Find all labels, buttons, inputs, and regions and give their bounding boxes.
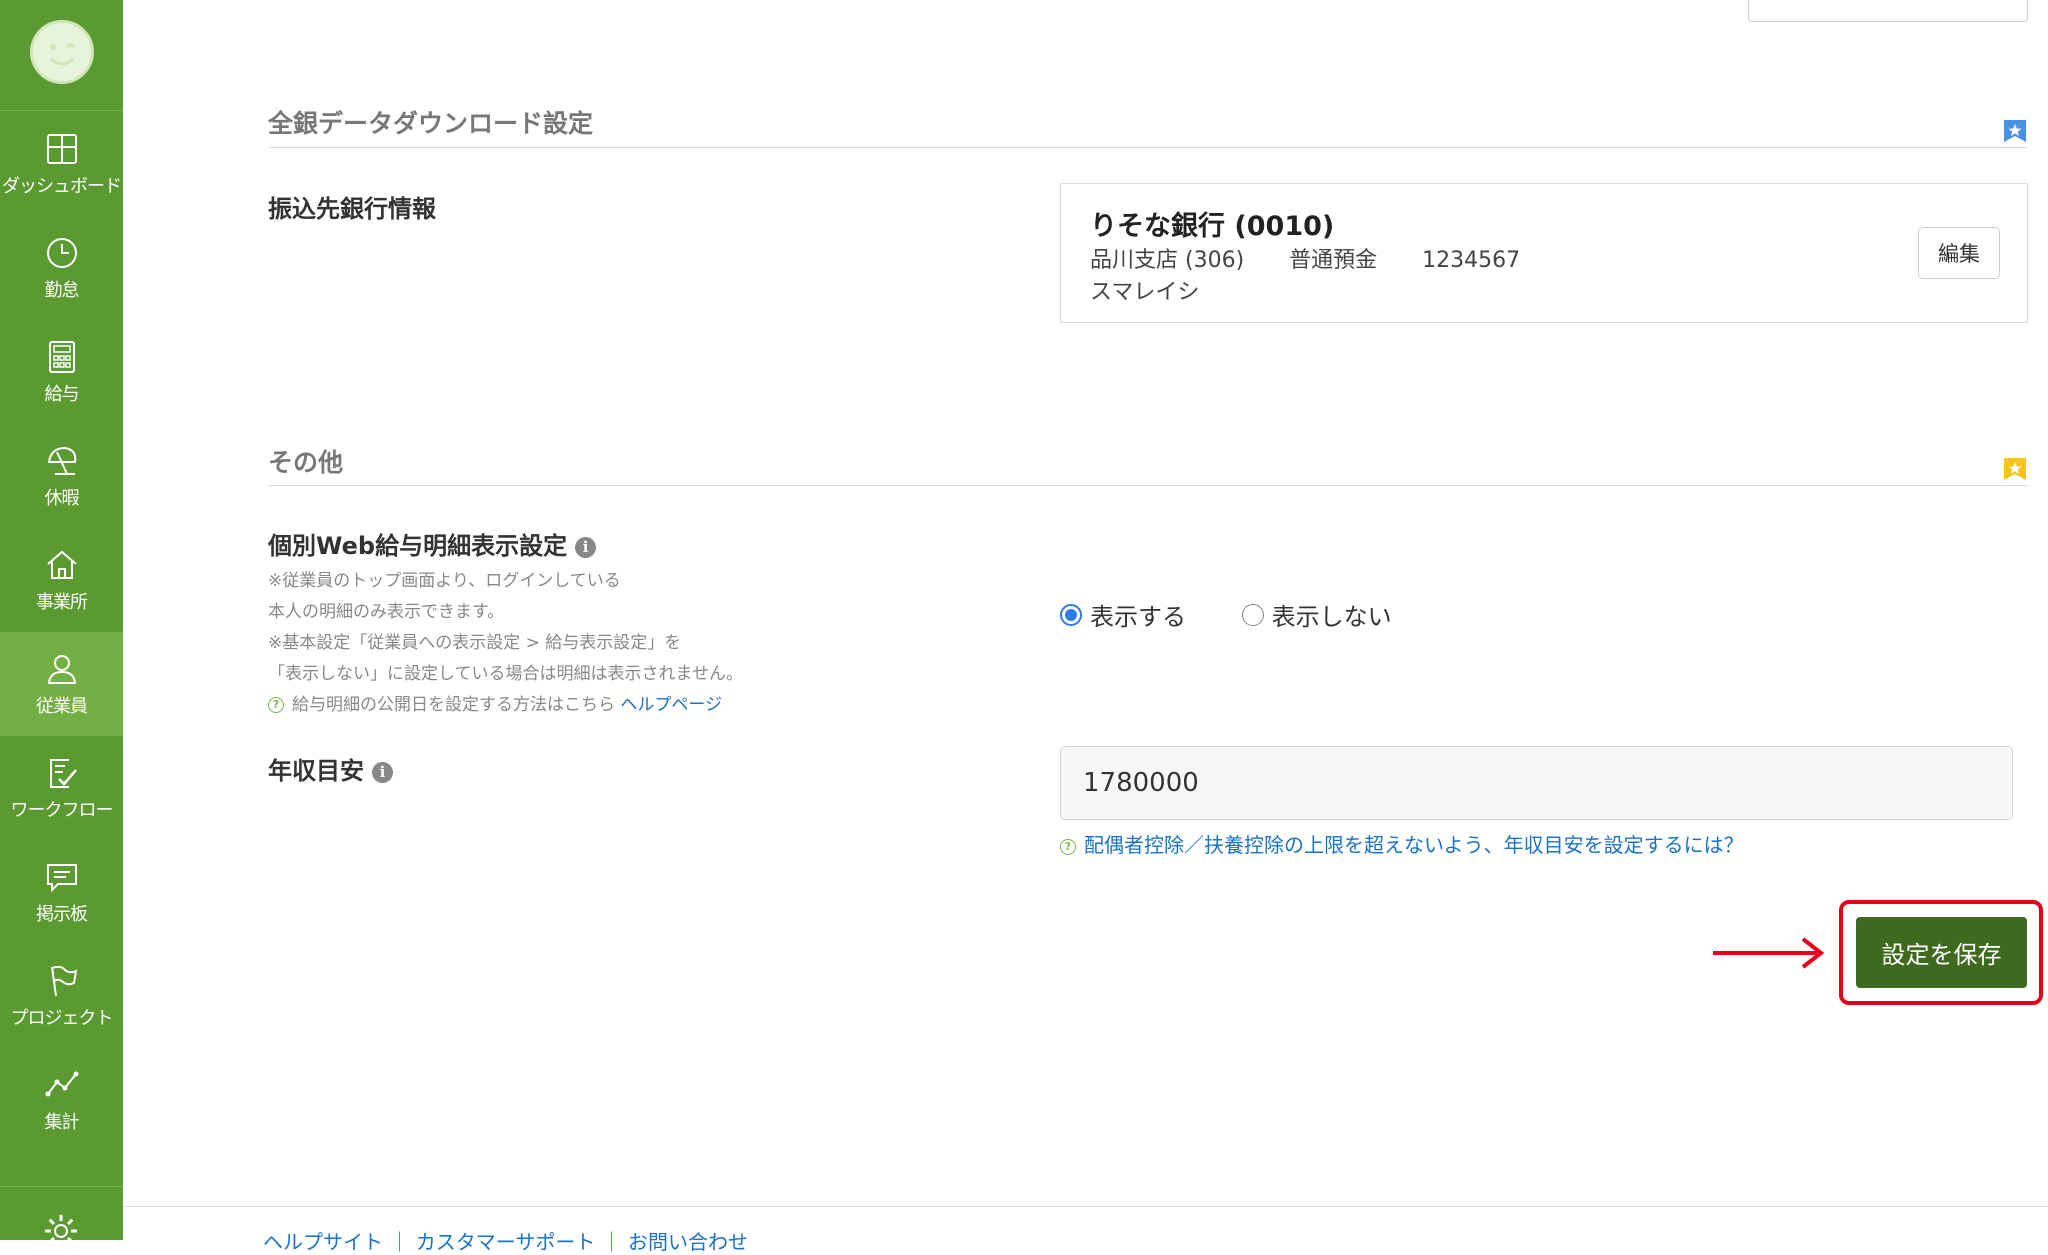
sidebar-item-attendance[interactable]: 勤怠 [0, 216, 123, 320]
sidebar-item-office[interactable]: 事業所 [0, 528, 123, 632]
star-bookmark-icon[interactable] [2004, 120, 2026, 142]
footer-links[interactable]: ヘルプサイト ｜ カスタマーサポート ｜ お問い合わせ [263, 1226, 748, 1255]
info-icon[interactable]: i [575, 536, 597, 558]
web-payslip-label-text: 個別Web給与明細表示設定 [268, 532, 568, 560]
section-divider [268, 485, 2028, 486]
checklist-icon [50, 759, 77, 788]
star-bookmark-icon[interactable] [2004, 458, 2026, 480]
sidebar-item-payroll[interactable]: 給与 [0, 320, 123, 424]
note-line: 「表示しない」に設定している場合は明細は表示されません。 [268, 664, 743, 684]
bank-account-number: 1234567 [1422, 248, 1521, 273]
calculator-icon [49, 341, 75, 373]
sidebar-item-label: ワークフロー [10, 800, 114, 821]
sidebar-item-project[interactable]: プロジェクト [0, 944, 123, 1048]
note-line: ※基本設定「従業員への表示設定 > 給与表示設定」を [268, 633, 682, 653]
web-payslip-setting-label: 個別Web給与明細表示設定 i [268, 526, 597, 561]
help-question-icon: ? [268, 697, 284, 713]
message-board-icon [47, 864, 77, 893]
sidebar-item-leave[interactable]: 休暇 [0, 424, 123, 528]
bank-account-holder: スマレイシ [1090, 280, 1200, 305]
bank-account-type: 普通預金 [1289, 248, 1378, 273]
nav-divider [0, 110, 123, 111]
nav-divider [0, 1186, 123, 1187]
dashboard-icon [47, 134, 77, 164]
flag-icon [51, 965, 78, 997]
radio-hide[interactable] [1241, 603, 1264, 626]
sidebar-item-label: 掲示板 [36, 904, 88, 925]
sidebar-item-label: 集計 [44, 1112, 80, 1133]
top-select-box[interactable] [1748, 0, 2028, 22]
sidebar-item-label: 休暇 [44, 488, 80, 509]
radio-hide-label[interactable]: 表示しない [1272, 597, 1392, 632]
sidebar-item-label: ダッシュボード [2, 176, 122, 197]
note-line: ※従業員のトップ画面より、ログインしている [268, 571, 621, 591]
sidebar-item-label: プロジェクト [10, 1008, 114, 1029]
bank-name: りそな銀行 (0010) [1090, 211, 1335, 242]
gear-icon[interactable] [42, 1212, 80, 1250]
line-chart-icon [45, 1071, 79, 1097]
radio-show[interactable] [1060, 603, 1082, 626]
annual-income-label: 年収目安 i [268, 751, 393, 786]
help-text: 給与明細の公開日を設定する方法はこちら [292, 695, 615, 715]
info-icon[interactable]: i [372, 761, 393, 783]
sidebar-item-dashboard[interactable]: ダッシュボード [0, 112, 123, 216]
app-logo[interactable] [30, 20, 94, 84]
income-help-link-row: ? 配偶者控除／扶養控除の上限を超えないよう、年収目安を設定するには？ [1060, 829, 1744, 858]
annual-income-input[interactable]: 1780000 [1060, 746, 2013, 820]
help-question-icon: ? [1060, 838, 1076, 855]
bank-branch: 品川支店 (306) [1090, 248, 1245, 273]
annotation-arrow-icon [1713, 937, 1825, 969]
sidebar-item-label: 事業所 [36, 592, 88, 613]
sidebar-item-label: 給与 [44, 384, 80, 405]
section-title-bank-download: 全銀データダウンロード設定 [268, 109, 594, 138]
edit-bank-button[interactable]: 編集 [1918, 227, 2000, 279]
sidebar-nav: ダッシュボード 勤怠 給与 休暇 事業所 従業員 ワークフロー 掲示板 プロジェ… [0, 0, 123, 1247]
smiley-logo-icon [49, 43, 77, 66]
help-note: ? 給与明細の公開日を設定する方法はこちら ヘルプページ [268, 690, 722, 715]
save-settings-button[interactable]: 設定を保存 [1856, 917, 2027, 988]
section-divider [268, 147, 2028, 148]
section-title-other: その他 [268, 448, 344, 477]
beach-umbrella-icon [47, 446, 77, 475]
home-icon [47, 550, 77, 579]
payslip-display-radio-group: 表示する 表示しない [1060, 597, 1440, 632]
sidebar-item-employees[interactable]: 従業員 [0, 632, 123, 736]
sidebar-item-board[interactable]: 掲示板 [0, 840, 123, 944]
footer-divider [123, 1206, 2048, 1207]
transfer-bank-label: 振込先銀行情報 [268, 195, 436, 223]
clock-icon [47, 238, 77, 268]
bank-account-details: 品川支店 (306) 普通預金 1234567 [1090, 242, 1558, 274]
annual-income-label-text: 年収目安 [268, 757, 364, 785]
help-page-link[interactable]: ヘルプページ [620, 695, 722, 715]
main-content: 全銀データダウンロード設定 振込先銀行情報 りそな銀行 (0010) 品川支店 … [123, 0, 2048, 1254]
note-line: 本人の明細のみ表示できます。 [268, 602, 505, 622]
bank-info-card: りそな銀行 (0010) 品川支店 (306) 普通預金 1234567 スマレ… [1060, 183, 2028, 323]
income-help-link[interactable]: 配偶者控除／扶養控除の上限を超えないよう、年収目安を設定するには？ [1084, 833, 1744, 857]
sidebar-item-label: 従業員 [36, 696, 88, 717]
sidebar-item-reports[interactable]: 集計 [0, 1048, 123, 1152]
person-icon [47, 655, 77, 684]
radio-show-label[interactable]: 表示する [1090, 597, 1186, 632]
sidebar-item-workflow[interactable]: ワークフロー [0, 736, 123, 840]
sidebar-item-label: 勤怠 [44, 280, 80, 301]
